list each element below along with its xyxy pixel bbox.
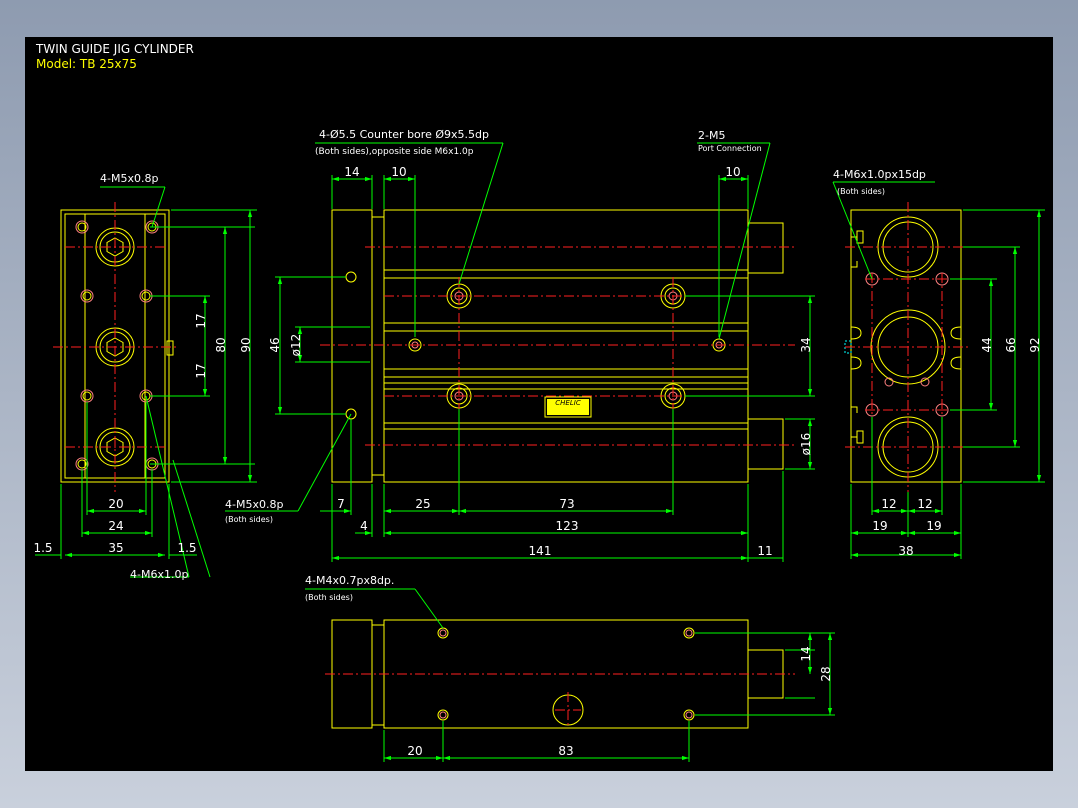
dim-12-dia: ø12 bbox=[289, 334, 303, 357]
brand-label: CHELIC bbox=[555, 399, 581, 407]
dim-141: 141 bbox=[529, 544, 552, 558]
dim-12-right: 12 bbox=[917, 497, 932, 511]
bottom-view bbox=[305, 588, 835, 762]
dim-1-5-left: 1.5 bbox=[33, 541, 52, 555]
dim-7: 7 bbox=[337, 497, 345, 511]
dim-35: 35 bbox=[108, 541, 123, 555]
drawing-canvas: CHELIC 4-Ø5.5 Counter bore Ø9x5.5dp (Bot… bbox=[33, 128, 1045, 762]
dim-90: 90 bbox=[239, 337, 253, 352]
callout-bottom-note: (Both sides) bbox=[305, 593, 353, 602]
dim-17-bottom: 17 bbox=[194, 363, 208, 378]
front-body bbox=[383, 209, 749, 483]
rod-lower bbox=[747, 418, 784, 470]
rod-upper bbox=[747, 222, 784, 274]
dim-66: 66 bbox=[1004, 337, 1018, 352]
callout-left-bottom: 4-M6x1.0p bbox=[130, 568, 188, 581]
dim-20-left: 20 bbox=[108, 497, 123, 511]
left-end-view bbox=[35, 186, 257, 578]
dim-92: 92 bbox=[1028, 337, 1042, 352]
dim-38: 38 bbox=[898, 544, 913, 558]
dim-16-dia: ø16 bbox=[799, 433, 813, 456]
dim-44: 44 bbox=[980, 337, 994, 352]
dim-34: 34 bbox=[799, 337, 813, 352]
dim-14: 14 bbox=[344, 165, 359, 179]
callout-front-bottom-note: (Both sides) bbox=[225, 515, 273, 524]
dim-1-5-right: 1.5 bbox=[177, 541, 196, 555]
callout-right-top-note: (Both sides) bbox=[837, 187, 885, 196]
dim-83: 83 bbox=[558, 744, 573, 758]
front-view: CHELIC bbox=[225, 142, 815, 562]
dim-17-top: 17 bbox=[194, 313, 208, 328]
callout-right-top: 4-M6x1.0px15dp bbox=[833, 168, 926, 181]
dim-46: 46 bbox=[268, 337, 282, 352]
callout-port: 2-M5 bbox=[698, 129, 725, 142]
front-plate bbox=[331, 209, 373, 483]
dim-12-left: 12 bbox=[881, 497, 896, 511]
dim-24: 24 bbox=[108, 519, 123, 533]
right-end-view bbox=[832, 181, 1045, 559]
dim-19-right: 19 bbox=[926, 519, 941, 533]
cad-viewport[interactable]: TWIN GUIDE JIG CYLINDER Model: TB 25x75 bbox=[25, 37, 1053, 771]
dim-19-left: 19 bbox=[872, 519, 887, 533]
dim-80: 80 bbox=[214, 337, 228, 352]
callout-counterbore-note: (Both sides),opposite side M6x1.0p bbox=[315, 147, 474, 157]
callout-bottom: 4-M4x0.7px8dp. bbox=[305, 574, 394, 587]
callout-counterbore: 4-Ø5.5 Counter bore Ø9x5.5dp bbox=[319, 128, 489, 141]
dim-10-left: 10 bbox=[391, 165, 406, 179]
dim-10-right: 10 bbox=[725, 165, 740, 179]
callout-front-bottom: 4-M5x0.8p bbox=[225, 498, 283, 511]
callout-port-note: Port Connection bbox=[698, 144, 762, 153]
dim-20-bottom: 20 bbox=[407, 744, 422, 758]
dim-73: 73 bbox=[559, 497, 574, 511]
dim-14-bottom: 14 bbox=[799, 646, 813, 661]
dim-123: 123 bbox=[556, 519, 579, 533]
dim-11: 11 bbox=[757, 544, 772, 558]
callout-left-top: 4-M5x0.8p bbox=[100, 172, 158, 185]
dim-4: 4 bbox=[360, 519, 368, 533]
dim-25: 25 bbox=[415, 497, 430, 511]
dim-28: 28 bbox=[819, 666, 833, 681]
